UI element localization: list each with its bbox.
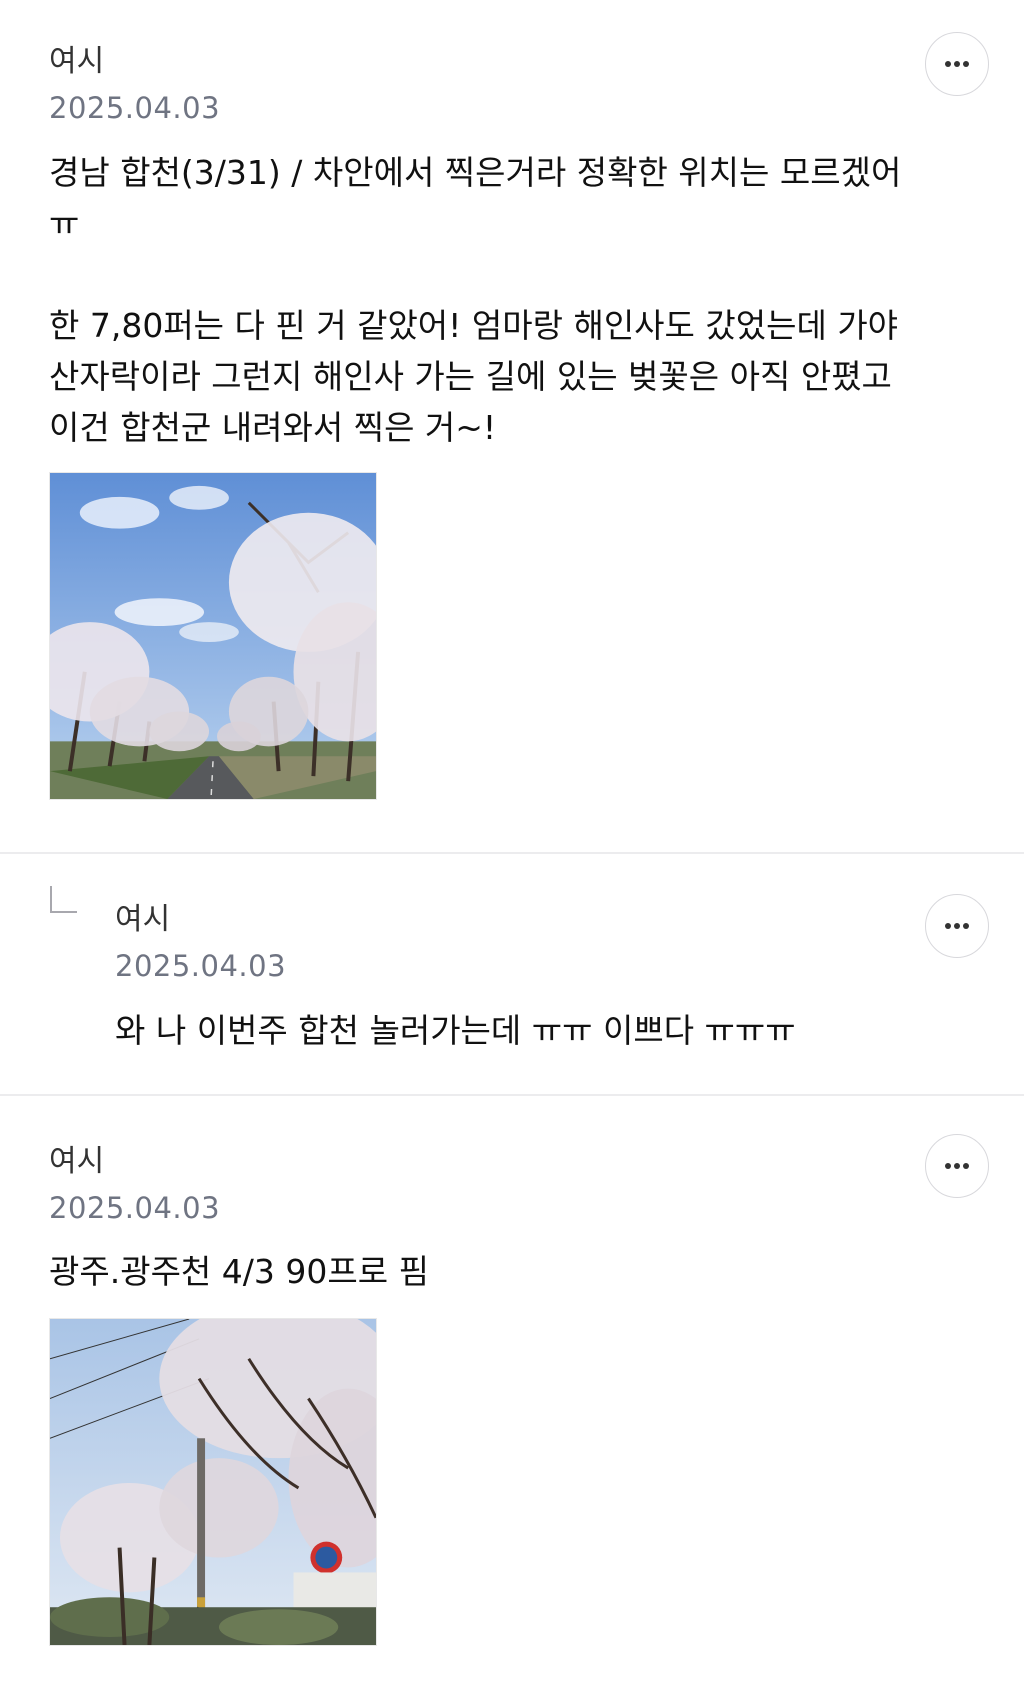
more-horizontal-icon [945,923,969,929]
comment-author[interactable]: 여시 [49,42,104,82]
more-horizontal-icon [945,61,969,67]
cherry-blossom-road-photo[interactable] [49,472,377,800]
comment-date: 2025.04.03 [49,91,221,125]
comment-item: 여시 2025.04.03 광주.광주천 4/3 90프로 핌 [0,1096,1024,1696]
reply-comment-item: 여시 2025.04.03 와 나 이번주 합천 놀러가는데 ㅠㅠ 이쁘다 ㅠㅠ… [0,854,1024,1094]
comment-date: 2025.04.03 [115,949,287,983]
comment-item: 여시 2025.04.03 경남 합천(3/31) / 차안에서 찍은거라 정확… [0,0,1024,852]
comment-text: 와 나 이번주 합천 놀러가는데 ㅠㅠ 이쁘다 ㅠㅠㅠ [115,1011,796,1050]
reply-arrow-icon [50,886,77,913]
comment-text: 광주.광주천 4/3 90프로 핌 [49,1252,429,1291]
cherry-blossom-street-photo[interactable] [49,1318,377,1646]
comment-text: 경남 합천(3/31) / 차안에서 찍은거라 정확한 위치는 모르겠어 ㅠ 한… [49,153,902,447]
more-options-button[interactable] [925,894,989,958]
comment-author[interactable]: 여시 [49,1142,104,1182]
comment-author[interactable]: 여시 [115,900,170,940]
more-horizontal-icon [945,1163,969,1169]
comment-date: 2025.04.03 [49,1191,221,1225]
more-options-button[interactable] [925,1134,989,1198]
more-options-button[interactable] [925,32,989,96]
